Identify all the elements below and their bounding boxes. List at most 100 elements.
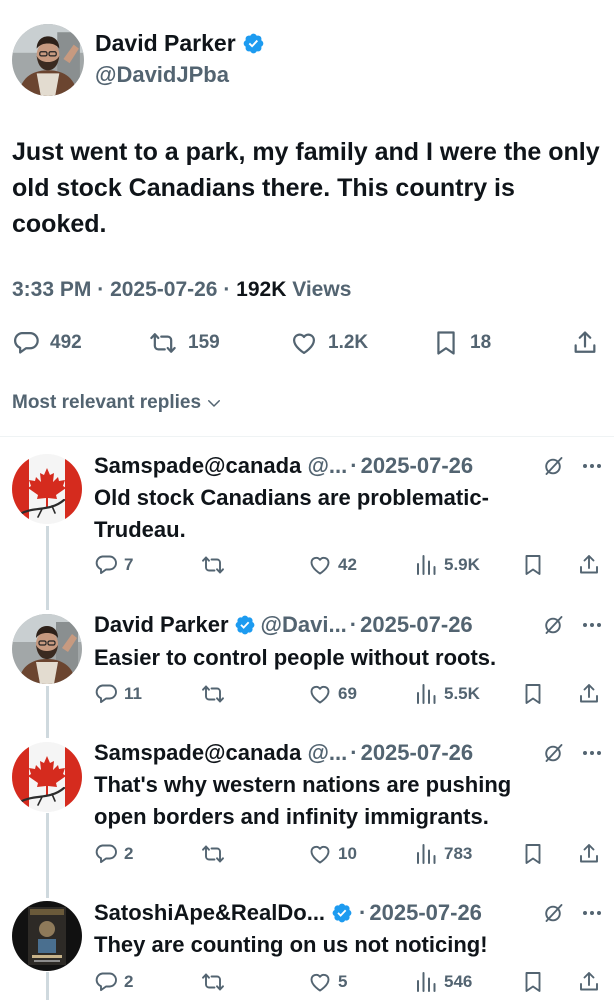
bookmark-button[interactable] [521,970,545,994]
views-button[interactable]: 5.5K [414,682,480,706]
share-button[interactable] [571,329,599,357]
reply-header: David Parker @Davi... · 2025-07-26 [94,612,473,638]
retweet-button[interactable] [200,553,226,577]
reply-button[interactable]: 11 [94,682,142,706]
more-icon[interactable] [580,901,604,925]
meta-separator: · [350,740,358,765]
bookmark-icon [521,842,545,866]
retweet-button[interactable] [200,842,226,866]
reply-handle[interactable]: @... [307,740,347,766]
reply-button[interactable]: 2 [94,970,133,994]
tweet-time[interactable]: 3:33 PM [12,278,91,301]
divider [0,436,614,437]
reply-avatar[interactable] [12,742,82,812]
like-count: 1.2K [328,332,369,353]
views-button[interactable]: 783 [414,842,472,866]
like-button[interactable]: 69 [308,682,357,706]
bookmark-icon [432,329,460,357]
verified-badge-icon [242,32,265,55]
reply-icon [94,682,118,706]
grok-icon[interactable] [542,901,566,925]
share-button[interactable] [577,682,601,706]
reply-icon [94,842,118,866]
grok-icon[interactable] [542,741,566,765]
meta-separator: · [359,900,367,925]
reply-date[interactable]: 2025-07-26 [361,740,474,766]
reply-button[interactable]: 2 [94,842,133,866]
share-icon [577,842,601,866]
like-button[interactable]: 42 [308,553,357,577]
share-button[interactable] [577,842,601,866]
reply-avatar[interactable] [12,901,82,971]
reply-count: 2 [124,972,134,991]
share-button[interactable] [577,553,601,577]
reply-author[interactable]: David Parker [94,612,229,638]
reply-button[interactable]: 492 [12,329,82,357]
like-icon [308,553,332,577]
retweet-icon [200,970,226,994]
like-button[interactable]: 10 [308,842,357,866]
bookmark-button[interactable]: 18 [432,329,491,357]
views-icon [414,842,438,866]
share-icon [577,970,601,994]
author-name-text[interactable]: David Parker [95,30,236,57]
reply-date[interactable]: 2025-07-26 [369,900,482,926]
more-icon[interactable] [580,454,604,478]
views-icon [414,553,438,577]
grok-icon[interactable] [542,454,566,478]
bookmark-icon [521,682,545,706]
meta-separator: · [223,278,231,301]
like-button[interactable]: 5 [308,970,347,994]
reply-count: 492 [50,332,82,353]
reply-handle[interactable]: @Davi... [261,612,347,638]
like-icon [308,682,332,706]
views-count: 5.5K [444,684,480,703]
tweet-date[interactable]: 2025-07-26 [110,278,217,301]
retweet-button[interactable] [200,682,226,706]
reply-button[interactable]: 7 [94,553,133,577]
like-count: 42 [338,555,357,574]
sort-replies-dropdown[interactable]: Most relevant replies [12,392,223,414]
reply-avatar[interactable] [12,614,82,684]
reply-author[interactable]: SatoshiApe&RealDo... [94,900,325,926]
bookmark-button[interactable] [521,682,545,706]
reply-header: Samspade@canada @... · 2025-07-26 [94,453,473,479]
thread-line [46,972,49,1000]
retweet-button[interactable] [200,970,226,994]
views-count: 192K [236,278,287,301]
more-icon[interactable] [580,613,604,637]
reply-author[interactable]: Samspade@canada [94,740,301,766]
like-count: 69 [338,684,357,703]
bookmark-button[interactable] [521,842,545,866]
like-count: 5 [338,972,348,991]
verified-badge-icon [331,902,353,924]
views-icon [414,682,438,706]
views-icon [414,970,438,994]
like-icon [308,970,332,994]
reply-header: SatoshiApe&RealDo... · 2025-07-26 [94,900,482,926]
more-icon[interactable] [580,741,604,765]
views-count: 5.9K [444,555,480,574]
verified-badge-icon [234,614,256,636]
bookmark-count: 18 [470,332,492,353]
thread-line [46,686,49,738]
thread-line [46,813,49,898]
author-avatar[interactable] [12,24,84,96]
bookmark-button[interactable] [521,553,545,577]
like-button[interactable]: 1.2K [290,329,368,357]
like-icon [308,842,332,866]
retweet-button[interactable]: 159 [148,329,220,357]
reply-date[interactable]: 2025-07-26 [361,453,474,479]
share-button[interactable] [577,970,601,994]
author-handle[interactable]: @DavidJPba [95,62,229,88]
reply-handle[interactable]: @... [307,453,347,479]
reply-avatar[interactable] [12,454,82,524]
reply-author[interactable]: Samspade@canada [94,453,301,479]
grok-icon[interactable] [542,613,566,637]
reply-date[interactable]: 2025-07-26 [360,612,473,638]
meta-separator: · [349,612,358,637]
author-name[interactable]: David Parker [95,30,265,57]
views-button[interactable]: 5.9K [414,553,480,577]
meta-separator: · [350,453,358,478]
views-button[interactable]: 546 [414,970,472,994]
